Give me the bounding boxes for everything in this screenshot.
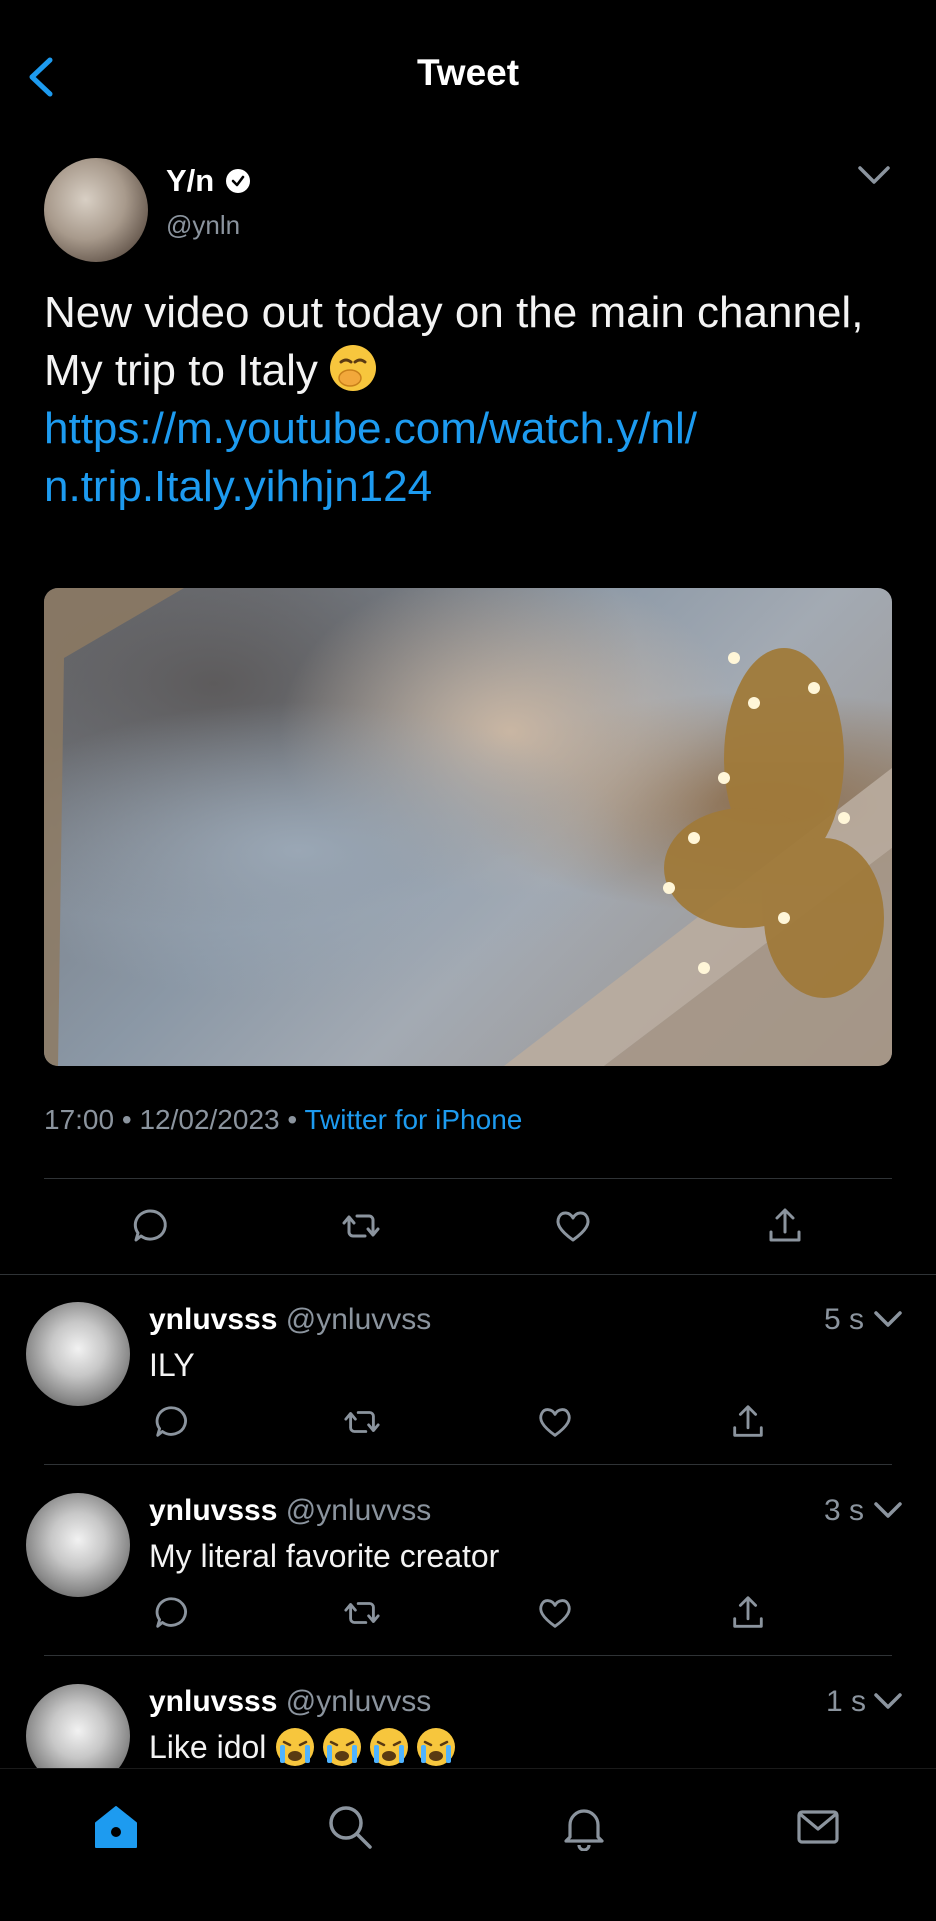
author-name-row[interactable]: Y/n <box>166 163 251 199</box>
reply-author[interactable]: ynluvsss @ynluvvss <box>149 1494 431 1528</box>
reply-icon[interactable] <box>152 1594 190 1632</box>
search-icon[interactable] <box>326 1803 374 1851</box>
retweet-icon[interactable] <box>343 1403 381 1441</box>
bell-icon[interactable] <box>560 1803 608 1851</box>
reply-text: My literal favorite creator <box>149 1538 500 1574</box>
reply-text: Like idol <box>149 1728 267 1765</box>
tweet-time: 17:00 <box>44 1104 115 1135</box>
reply-author[interactable]: ynluvsss @ynluvvss <box>149 1685 431 1719</box>
reply-icon[interactable] <box>130 1206 170 1246</box>
tweet-meta: 17:00 • 12/02/2023 • Twitter for iPhone <box>44 1104 522 1136</box>
like-icon[interactable] <box>536 1594 574 1632</box>
tweet-link[interactable]: https://m.youtube.com/watch.y/nl/ n.trip… <box>44 400 904 516</box>
share-icon[interactable] <box>765 1206 805 1246</box>
divider <box>44 1655 892 1656</box>
author-name: Y/n <box>166 163 215 198</box>
reply-name: ynluvsss <box>149 1685 278 1718</box>
reply-name: ynluvsss <box>149 1303 278 1336</box>
crying-emoji-icon <box>276 1728 456 1766</box>
meta-separator: • <box>121 1104 132 1135</box>
retweet-icon[interactable] <box>341 1206 381 1246</box>
section-divider <box>0 1274 936 1275</box>
hand-over-mouth-emoji-icon <box>330 345 377 391</box>
author-avatar[interactable] <box>44 158 148 262</box>
page-title: Tweet <box>416 52 520 93</box>
reply-avatar[interactable] <box>26 1493 130 1597</box>
reply-name: ynluvsss <box>149 1494 278 1527</box>
tweet-media-image[interactable] <box>44 588 892 1066</box>
link-line-1: https://m.youtube.com/watch.y/nl/ <box>44 404 697 453</box>
reply-handle: @ynluvvss <box>285 1494 432 1527</box>
tweet-text: New video out today on the main channel,… <box>44 288 864 395</box>
reply-text: ILY <box>149 1347 195 1383</box>
reply-avatar[interactable] <box>26 1302 130 1406</box>
reply-handle: @ynluvvss <box>285 1303 432 1336</box>
like-icon[interactable] <box>553 1206 593 1246</box>
chevron-down-icon[interactable] <box>872 1689 904 1715</box>
share-icon[interactable] <box>729 1594 767 1632</box>
share-icon[interactable] <box>729 1403 767 1441</box>
tweet-date: 12/02/2023 <box>139 1104 280 1135</box>
home-icon[interactable] <box>92 1803 140 1851</box>
reply-time: 5 s <box>824 1303 865 1336</box>
mail-icon[interactable] <box>794 1803 842 1851</box>
verified-icon <box>226 169 251 193</box>
divider <box>44 1178 892 1179</box>
retweet-icon[interactable] <box>343 1594 381 1632</box>
reply-icon[interactable] <box>152 1403 190 1441</box>
reply-author[interactable]: ynluvsss @ynluvvss <box>149 1303 431 1337</box>
tweet-body: New video out today on the main channel,… <box>44 284 904 516</box>
meta-separator: • <box>287 1104 298 1135</box>
reply-handle: @ynluvvss <box>285 1685 432 1718</box>
link-line-2: n.trip.Italy.yihhjn124 <box>44 462 433 511</box>
tweet-source-link[interactable]: Twitter for iPhone <box>304 1104 522 1135</box>
author-handle: @ynln <box>166 210 241 240</box>
divider <box>44 1464 892 1465</box>
bottom-tab-bar <box>0 1768 936 1921</box>
reply-text-row: Like idol <box>149 1726 458 1768</box>
like-icon[interactable] <box>536 1403 574 1441</box>
chevron-down-icon[interactable] <box>872 1498 904 1524</box>
reply-time: 3 s <box>824 1494 865 1527</box>
chevron-down-icon[interactable] <box>856 160 892 190</box>
chevron-down-icon[interactable] <box>872 1307 904 1333</box>
reply-time: 1 s <box>826 1685 867 1718</box>
